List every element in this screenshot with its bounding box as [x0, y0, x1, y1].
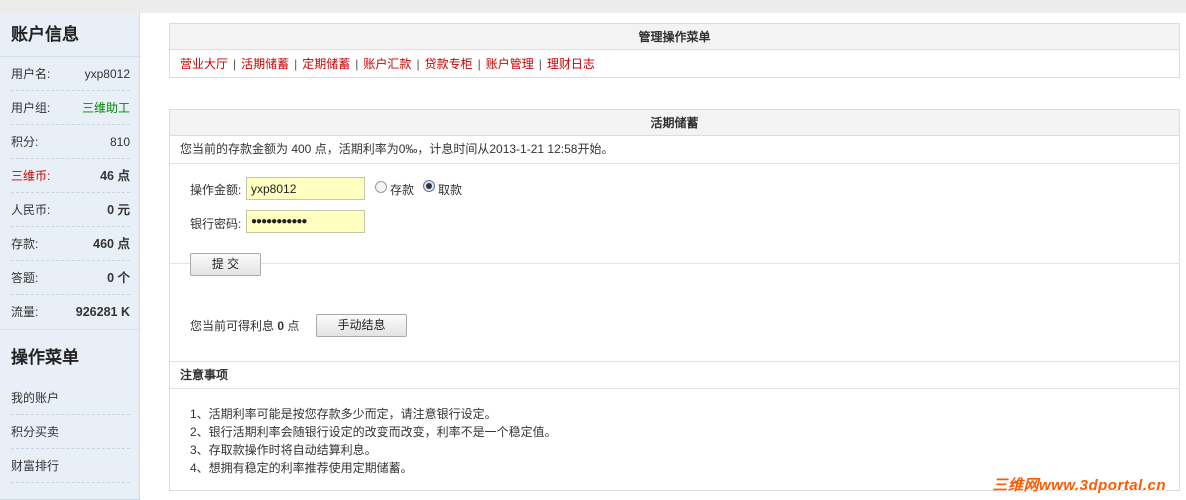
interest-text: 您当前可得利息 0 点: [190, 317, 299, 334]
info-label: 流量:: [11, 305, 39, 319]
info-label: 存款:: [11, 237, 39, 251]
nav-link-hall[interactable]: 营业大厅: [180, 57, 228, 71]
nav-link-loans[interactable]: 贷款专柜: [425, 57, 473, 71]
site-watermark: 三维网www.3dportal.cn: [992, 477, 1166, 494]
notice-item: 3、存取款操作时将自动结算利息。: [190, 443, 377, 457]
manage-menu-title: 管理操作菜单: [170, 24, 1179, 50]
info-row-answers: 答题: 0 个: [11, 261, 130, 295]
nav-separator: |: [355, 57, 359, 71]
savings-form: 操作金额: 存款 取款 银行密码: 提 交: [170, 164, 1179, 276]
amount-label: 操作金额:: [190, 183, 242, 197]
withdraw-radio-label: 取款: [438, 183, 463, 197]
interest-value: 0: [277, 319, 285, 333]
manual-settle-button[interactable]: 手动结息: [316, 314, 407, 337]
info-row-usergroup: 用户组: 三维助工: [11, 91, 130, 125]
current-savings-title: 活期储蓄: [170, 110, 1179, 136]
current-savings-panel: 活期储蓄 您当前的存款金额为 400 点，活期利率为0‰，计息时间从2013-1…: [169, 109, 1180, 491]
notice-title: 注意事项: [170, 362, 1179, 389]
nav-link-remittance[interactable]: 账户汇款: [363, 57, 411, 71]
account-info-title: 账户信息: [0, 13, 139, 57]
nav-link-finance-log[interactable]: 理财日志: [547, 57, 595, 71]
interest-prefix: 您当前可得利息: [190, 319, 275, 333]
nav-separator: |: [233, 57, 237, 71]
submit-button[interactable]: 提 交: [190, 253, 261, 276]
sidebar-item-points-trade[interactable]: 积分买卖: [11, 415, 130, 449]
amount-input[interactable]: [246, 177, 365, 200]
notice-list: 1、活期利率可能是按您存款多少而定，请注意银行设定。 2、银行活期利率会随银行设…: [170, 389, 1179, 477]
nav-separator: |: [538, 57, 542, 71]
manage-menu-panel: 管理操作菜单 营业大厅 | 活期储蓄 | 定期储蓄 | 账户汇款 | 贷款专柜 | 账户管理 | 理财日…: [169, 23, 1180, 78]
interest-unit: 点: [287, 319, 300, 333]
info-label: 答题:: [11, 271, 39, 285]
deposit-radio-label: 存款: [390, 183, 415, 197]
info-label: 积分:: [11, 135, 39, 149]
info-row-traffic: 流量: 926281 K: [11, 295, 130, 329]
nav-separator: |: [416, 57, 420, 71]
nav-link-account-manage[interactable]: 账户管理: [486, 57, 534, 71]
rmb-value: 0 元: [107, 203, 130, 217]
info-row-rmb: 人民币: 0 元: [11, 193, 130, 227]
username-value: yxp8012: [84, 67, 130, 81]
operation-menu-title: 操作菜单: [0, 329, 139, 381]
sidebar: 账户信息 用户名: yxp8012 用户组: 三维助工 积分: 810 三维币:…: [0, 13, 140, 500]
usergroup-value: 三维助工: [81, 101, 130, 115]
withdraw-radio[interactable]: [423, 180, 435, 192]
info-label: 人民币:: [11, 203, 51, 217]
sidebar-item-wealth-ranking[interactable]: 财富排行: [11, 449, 130, 483]
nav-separator: |: [477, 57, 481, 71]
info-row-coins: 三维币: 46 点: [11, 159, 130, 193]
info-label: 用户组:: [11, 101, 51, 115]
notice-item: 2、银行活期利率会随银行设定的改变而改变，利率不是一个稳定值。: [190, 425, 557, 439]
coins-value: 46 点: [100, 169, 130, 183]
manage-nav: 营业大厅 | 活期储蓄 | 定期储蓄 | 账户汇款 | 贷款专柜 | 账户管理 | 理财日志: [170, 50, 1179, 78]
nav-separator: |: [294, 57, 298, 71]
answers-value: 0 个: [107, 271, 130, 285]
password-input[interactable]: [246, 210, 365, 233]
traffic-value: 926281 K: [75, 305, 130, 319]
info-label: 三维币:: [11, 169, 51, 183]
deposit-value: 460 点: [93, 237, 130, 251]
interest-section: 您当前可得利息 0 点 手动结息: [170, 290, 1179, 362]
deposit-radio[interactable]: [375, 181, 387, 193]
notice-item: 1、活期利率可能是按您存款多少而定，请注意银行设定。: [190, 407, 497, 421]
info-row-deposit: 存款: 460 点: [11, 227, 130, 261]
nav-link-current-savings[interactable]: 活期储蓄: [241, 57, 289, 71]
info-row-username: 用户名: yxp8012: [11, 57, 130, 91]
points-value: 810: [109, 135, 130, 149]
info-row-points: 积分: 810: [11, 125, 130, 159]
nav-link-fixed-savings[interactable]: 定期储蓄: [302, 57, 350, 71]
savings-description: 您当前的存款金额为 400 点，活期利率为0‰，计息时间从2013-1-21 1…: [170, 136, 1179, 164]
sidebar-item-my-account[interactable]: 我的账户: [11, 381, 130, 415]
info-label: 用户名:: [11, 67, 51, 81]
top-bar: [0, 0, 1186, 13]
password-label: 银行密码:: [190, 217, 242, 231]
